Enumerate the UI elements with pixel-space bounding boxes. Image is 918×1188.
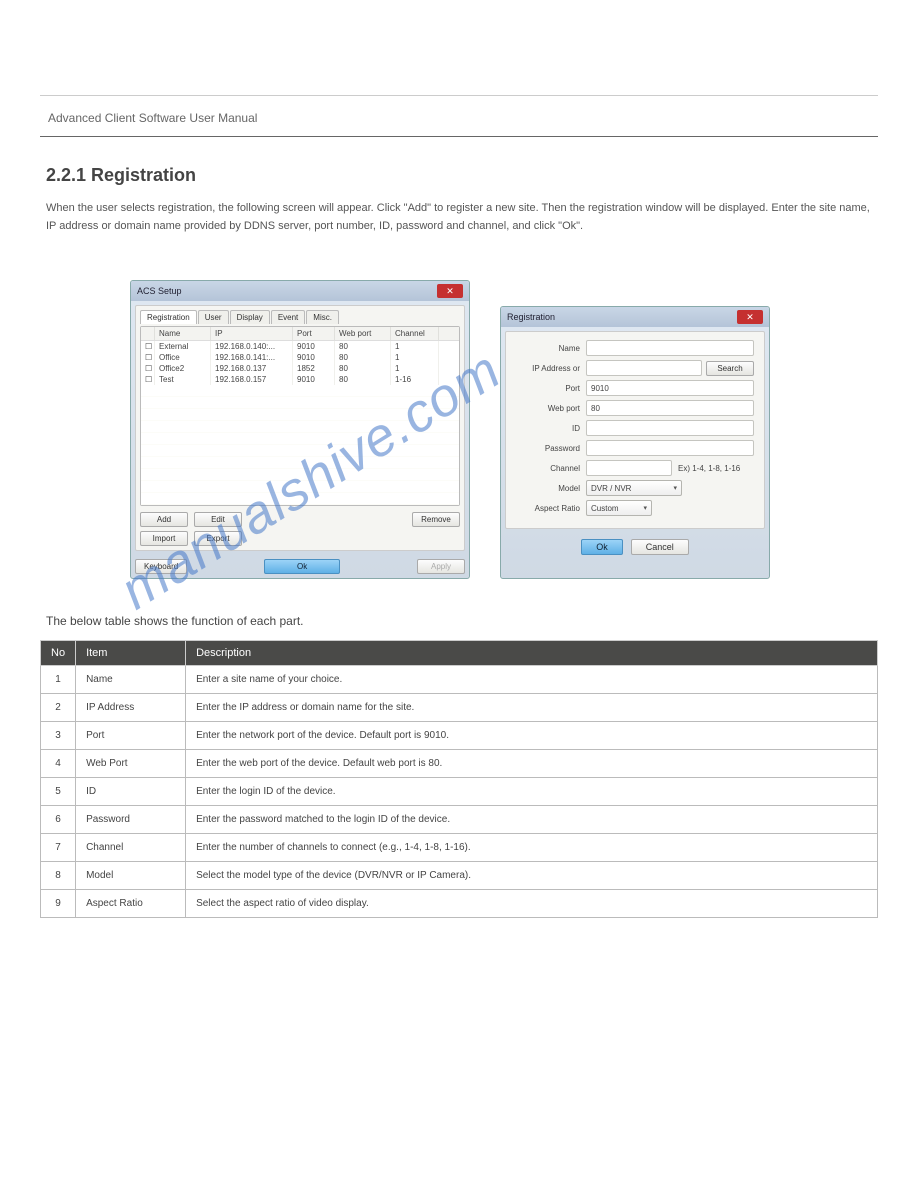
table-row: 4Web PortEnter the web port of the devic… — [41, 750, 878, 778]
th-item: Item — [76, 641, 186, 666]
label-port: Port — [516, 384, 586, 393]
channel-input[interactable] — [586, 460, 672, 476]
acs-setup-title: ACS Setup — [137, 286, 182, 296]
page-header: Advanced Client Software User Manual — [40, 100, 878, 136]
col-checkbox — [141, 327, 155, 340]
apply-button[interactable]: Apply — [417, 559, 465, 574]
table-row[interactable]: ☐ Office2 192.168.0.137 1852 80 1 — [141, 363, 459, 374]
table-row: 8ModelSelect the model type of the devic… — [41, 862, 878, 890]
reg-cancel-button[interactable]: Cancel — [631, 539, 689, 555]
th-desc: Description — [186, 641, 878, 666]
table-row: 5IDEnter the login ID of the device. — [41, 778, 878, 806]
header-left-text: Advanced Client Software User Manual — [48, 111, 257, 125]
table-row[interactable]: ☐ Test 192.168.0.157 9010 80 1-16 — [141, 374, 459, 385]
table-row: 7ChannelEnter the number of channels to … — [41, 834, 878, 862]
col-port: Port — [293, 327, 335, 340]
export-button[interactable]: Export — [194, 531, 242, 546]
search-button[interactable]: Search — [706, 361, 754, 376]
add-button[interactable]: Add — [140, 512, 188, 527]
keyboard-button[interactable]: Keyboard — [135, 559, 187, 574]
screenshot-area: ACS Setup ✕ Registration User Display Ev… — [130, 280, 770, 579]
tab-display[interactable]: Display — [230, 310, 270, 324]
edit-button[interactable]: Edit — [194, 512, 242, 527]
label-password: Password — [516, 444, 586, 453]
chevron-down-icon: ▾ — [673, 484, 677, 492]
col-channel: Channel — [391, 327, 439, 340]
table-row: 1NameEnter a site name of your choice. — [41, 666, 878, 694]
registration-dialog: Registration ✕ Name IP Address or Search… — [500, 306, 770, 579]
table-row: 9Aspect RatioSelect the aspect ratio of … — [41, 890, 878, 918]
ok-button[interactable]: Ok — [264, 559, 340, 574]
section-title: 2.2.1 Registration — [46, 165, 196, 186]
table-row: 2IP AddressEnter the IP address or domai… — [41, 694, 878, 722]
ip-input[interactable] — [586, 360, 702, 376]
chevron-down-icon: ▾ — [643, 504, 647, 512]
name-input[interactable] — [586, 340, 754, 356]
channel-hint: Ex) 1-4, 1-8, 1-16 — [678, 464, 740, 473]
table-row: 3PortEnter the network port of the devic… — [41, 722, 878, 750]
import-button[interactable]: Import — [140, 531, 188, 546]
col-name: Name — [155, 327, 211, 340]
remove-button[interactable]: Remove — [412, 512, 460, 527]
label-webport: Web port — [516, 404, 586, 413]
webport-input[interactable]: 80 — [586, 400, 754, 416]
section-description: When the user selects registration, the … — [46, 200, 872, 235]
tab-registration[interactable]: Registration — [140, 310, 197, 324]
label-aspect: Aspect Ratio — [516, 504, 586, 513]
label-name: Name — [516, 344, 586, 353]
reg-ok-button[interactable]: Ok — [581, 539, 623, 555]
model-select[interactable]: DVR / NVR▾ — [586, 480, 682, 496]
tab-event[interactable]: Event — [271, 310, 305, 324]
tab-bar: Registration User Display Event Misc. — [140, 310, 460, 324]
id-input[interactable] — [586, 420, 754, 436]
th-no: No — [41, 641, 76, 666]
registration-title: Registration — [507, 312, 555, 322]
close-icon[interactable]: ✕ — [437, 284, 463, 298]
close-icon[interactable]: ✕ — [737, 310, 763, 324]
table-row: 6PasswordEnter the password matched to t… — [41, 806, 878, 834]
label-model: Model — [516, 484, 586, 493]
site-table: Name IP Port Web port Channel ☐ External… — [140, 326, 460, 506]
table-row[interactable]: ☐ Office 192.168.0.141:... 9010 80 1 — [141, 352, 459, 363]
acs-setup-dialog: ACS Setup ✕ Registration User Display Ev… — [130, 280, 470, 579]
table-row[interactable]: ☐ External 192.168.0.140:... 9010 80 1 — [141, 341, 459, 352]
label-channel: Channel — [516, 464, 586, 473]
col-webport: Web port — [335, 327, 391, 340]
description-table: No Item Description 1NameEnter a site na… — [40, 640, 878, 918]
port-input[interactable]: 9010 — [586, 380, 754, 396]
label-id: ID — [516, 424, 586, 433]
col-ip: IP — [211, 327, 293, 340]
tab-user[interactable]: User — [198, 310, 229, 324]
label-ip: IP Address or — [516, 364, 586, 373]
aspect-select[interactable]: Custom▾ — [586, 500, 652, 516]
tab-misc[interactable]: Misc. — [306, 310, 339, 324]
table-caption: The below table shows the function of ea… — [46, 614, 304, 628]
password-input[interactable] — [586, 440, 754, 456]
